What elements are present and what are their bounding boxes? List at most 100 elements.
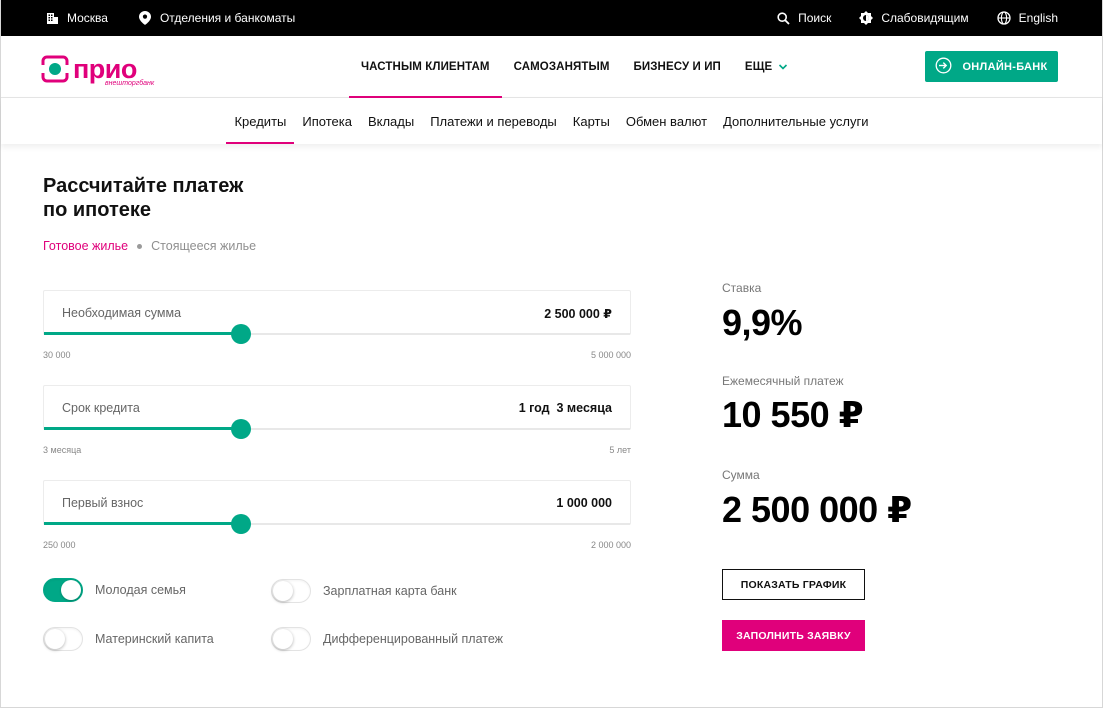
rate-value: 9,9%: [722, 302, 803, 343]
salary-card-option: Зарплатная карта банк: [271, 579, 457, 603]
subnav-currency-exchange[interactable]: Обмен валют: [618, 98, 715, 144]
search-icon: [776, 11, 790, 25]
toggle-knob: [45, 629, 65, 649]
subnav-cards[interactable]: Карты: [565, 98, 618, 144]
svg-text:внешторгбанк: внешторгбанк: [105, 79, 155, 87]
logo[interactable]: прио внешторгбанк: [41, 51, 171, 87]
language-label: English: [1018, 11, 1058, 25]
nav-self-employed-label: САМОЗАНЯТЫМ: [513, 61, 610, 73]
subnav-credits[interactable]: Кредиты: [226, 98, 295, 144]
term-field[interactable]: Срок кредита 1 год 3 месяца: [43, 385, 631, 439]
show-schedule-button[interactable]: ПОКАЗАТЬ ГРАФИК: [722, 569, 865, 600]
young-family-toggle[interactable]: [43, 578, 83, 602]
amount-slider-handle[interactable]: [231, 324, 252, 344]
branches-link[interactable]: Отделения и банкоматы: [138, 11, 295, 25]
city-label: Москва: [67, 11, 108, 25]
sum-label: Сумма: [722, 468, 760, 482]
language-link[interactable]: English: [996, 11, 1058, 25]
city-selector[interactable]: Москва: [45, 11, 108, 25]
nav-private-clients[interactable]: ЧАСТНЫМ КЛИЕНТАМ: [349, 36, 502, 98]
salary-card-label: Зарплатная карта банк: [323, 584, 457, 598]
nav-private-clients-label: ЧАСТНЫМ КЛИЕНТАМ: [361, 61, 490, 73]
salary-card-toggle[interactable]: [271, 579, 311, 603]
main-header: прио внешторгбанк ЧАСТНЫМ КЛИЕНТАМ САМОЗ…: [1, 36, 1102, 98]
subnav-additional-services-label: Дополнительные услуги: [723, 113, 869, 129]
down-payment-max: 2 000 000: [590, 540, 631, 550]
apply-label: ЗАПОЛНИТЬ ЗАЯВКУ: [736, 629, 851, 642]
term-label: Срок кредита: [62, 401, 140, 415]
maternity-capital-option: Материнский капита: [43, 627, 214, 651]
amount-slider-fill: [44, 332, 242, 335]
top-bar-right: Поиск Слабовидящим English: [748, 0, 1058, 36]
term-value[interactable]: 1 год 3 месяца: [519, 401, 612, 415]
term-min: 3 месяца: [43, 445, 82, 455]
title-line-2: по ипотеке: [43, 199, 151, 221]
term-slider-fill: [44, 427, 242, 430]
nav-self-employed[interactable]: САМОЗАНЯТЫМ: [502, 36, 622, 98]
young-family-option: Молодая семья: [43, 578, 186, 602]
down-payment-field[interactable]: Первый взнос 1 000 000: [43, 480, 631, 534]
subnav-cards-label: Карты: [572, 113, 610, 129]
term-slider-handle[interactable]: [231, 419, 252, 439]
down-payment-min: 250 000: [43, 540, 76, 550]
subnav-mortgage[interactable]: Ипотека: [294, 98, 360, 144]
differentiated-payment-option: Дифференцированный платеж: [271, 627, 503, 651]
accessibility-link[interactable]: Слабовидящим: [859, 11, 969, 25]
amount-min: 30 000: [43, 350, 71, 360]
amount-max: 5 000 000: [590, 350, 631, 360]
term-max: 5 лет: [609, 445, 631, 455]
down-payment-slider-handle[interactable]: [231, 514, 252, 534]
toggle-knob: [273, 629, 293, 649]
nav-more-label: ЕЩЕ: [744, 61, 773, 73]
nav-business-label: БИЗНЕСУ И ИП: [633, 61, 721, 73]
differentiated-payment-label: Дифференцированный платеж: [323, 632, 504, 646]
top-bar: Москва Отделения и банкоматы Поиск Слабо…: [1, 0, 1102, 36]
differentiated-payment-toggle[interactable]: [271, 627, 311, 651]
location-pin-icon: [138, 11, 152, 25]
accessibility-label: Слабовидящим: [881, 11, 969, 25]
separator-dot: [137, 243, 143, 249]
building-icon: [45, 11, 59, 25]
subnav-credits-label: Кредиты: [234, 113, 287, 129]
show-schedule-label: ПОКАЗАТЬ ГРАФИК: [740, 578, 847, 591]
search-label: Поиск: [798, 11, 832, 25]
login-icon: [935, 57, 952, 77]
down-payment-slider-fill: [44, 522, 242, 525]
down-payment-value[interactable]: 1 000 000: [556, 496, 612, 510]
amount-label: Необходимая сумма: [62, 306, 182, 320]
subnav-currency-exchange-label: Обмен валют: [625, 113, 708, 129]
title-line-1: Рассчитайте платеж: [43, 175, 244, 197]
online-bank-button[interactable]: ОНЛАЙН-БАНК: [925, 51, 1058, 82]
subnav-deposits-label: Вклады: [367, 113, 415, 129]
subnav-mortgage-label: Ипотека: [302, 113, 352, 129]
online-bank-label: ОНЛАЙН-БАНК: [962, 60, 1048, 73]
toggle-knob: [273, 581, 293, 601]
main-nav: ЧАСТНЫМ КЛИЕНТАМ САМОЗАНЯТЫМ БИЗНЕСУ И И…: [349, 36, 800, 98]
toggle-knob: [61, 580, 81, 600]
monthly-payment-label: Ежемесячный платеж: [722, 374, 844, 388]
property-type-switch: Готовое жилье Стоящееся жилье: [43, 239, 256, 253]
apply-button[interactable]: ЗАПОЛНИТЬ ЗАЯВКУ: [722, 620, 865, 651]
calculator-section: Рассчитайте платеж по ипотеке Готовое жи…: [1, 144, 1102, 707]
type-under-construction[interactable]: Стоящееся жилье: [151, 239, 256, 253]
type-ready-housing[interactable]: Готовое жилье: [43, 239, 128, 253]
nav-more[interactable]: ЕЩЕ: [733, 36, 800, 98]
subnav-additional-services[interactable]: Дополнительные услуги: [715, 98, 876, 144]
amount-field[interactable]: Необходимая сумма 2 500 000 ₽: [43, 290, 631, 344]
down-payment-label: Первый взнос: [62, 496, 144, 510]
young-family-label: Молодая семья: [95, 583, 186, 597]
subnav-payments[interactable]: Платежи и переводы: [422, 98, 565, 144]
subnav-deposits[interactable]: Вклады: [360, 98, 422, 144]
search-link[interactable]: Поиск: [776, 11, 831, 25]
sum-value: 2 500 000 ₽: [722, 489, 912, 530]
sub-nav: Кредиты Ипотека Вклады Платежи и перевод…: [1, 98, 1102, 144]
amount-value[interactable]: 2 500 000 ₽: [544, 306, 612, 321]
monthly-payment-value: 10 550 ₽: [722, 394, 864, 435]
page-frame: Москва Отделения и банкоматы Поиск Слабо…: [0, 0, 1103, 708]
nav-business[interactable]: БИЗНЕСУ И ИП: [622, 36, 733, 98]
maternity-capital-toggle[interactable]: [43, 627, 83, 651]
page-title: Рассчитайте платеж по ипотеке: [43, 174, 303, 222]
branches-label: Отделения и банкоматы: [159, 11, 296, 25]
rate-label: Ставка: [722, 281, 762, 295]
contrast-icon: [859, 11, 874, 25]
